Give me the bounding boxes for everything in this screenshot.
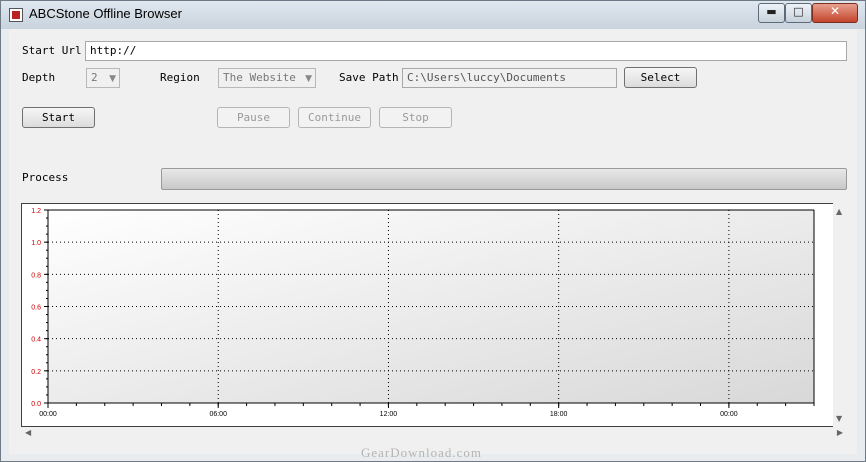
continue-button[interactable]: Continue <box>298 107 371 128</box>
y-tick-label: 0.2 <box>31 369 41 376</box>
x-tick-label: 12:00 <box>380 411 398 418</box>
plot-area <box>48 210 814 403</box>
minimize-button[interactable]: ▬ <box>758 3 785 23</box>
pause-button[interactable]: Pause <box>217 107 290 128</box>
depth-label: Depth <box>22 71 56 84</box>
save-path-label: Save Path <box>339 71 399 84</box>
y-tick-label: 1.0 <box>31 240 41 247</box>
crawl-chart: 0.0 0.2 0.4 0.6 0.8 1.0 1.2 00:00 06:00 12:00 18:0… <box>31 208 815 418</box>
chevron-down-icon: ▼ <box>305 74 312 84</box>
depth-value: 2 <box>91 71 98 84</box>
window-title: ABCStone Offline Browser <box>29 6 182 21</box>
scroll-left-icon[interactable]: ◀ <box>25 428 31 437</box>
start-button[interactable]: Start <box>22 107 95 128</box>
region-label: Region <box>160 71 200 84</box>
scroll-right-icon[interactable]: ▶ <box>837 428 843 437</box>
x-tick-label: 00:00 <box>720 411 738 418</box>
minimize-icon: ▬ <box>766 5 777 18</box>
chevron-down-icon: ▼ <box>109 74 116 84</box>
region-value: The Website <box>223 71 296 84</box>
vertical-scrollbar[interactable]: ▲ ▼ <box>833 203 847 427</box>
select-button[interactable]: Select <box>624 67 697 88</box>
y-tick-label: 0.6 <box>31 305 41 312</box>
close-button[interactable]: ✕ <box>812 3 858 23</box>
app-window: ABCStone Offline Browser ▬ □ ✕ Start Url… <box>0 0 866 462</box>
horizontal-scrollbar[interactable]: ◀ ▶ <box>21 427 847 441</box>
stop-button[interactable]: Stop <box>379 107 452 128</box>
start-url-input[interactable]: http:// <box>85 41 847 61</box>
y-tick-label: 0.0 <box>31 401 41 408</box>
x-tick-label: 18:00 <box>550 411 568 418</box>
process-label: Process <box>22 171 69 184</box>
app-icon[interactable] <box>9 8 23 22</box>
scroll-up-icon[interactable]: ▲ <box>836 207 842 216</box>
title-bar[interactable]: ABCStone Offline Browser ▬ □ ✕ <box>1 1 865 29</box>
close-icon: ✕ <box>829 4 841 18</box>
x-tick-label: 06:00 <box>209 411 227 418</box>
maximize-icon: □ <box>793 5 804 18</box>
scroll-down-icon[interactable]: ▼ <box>836 414 842 423</box>
save-path-input[interactable]: C:\Users\luccy\Documents <box>402 68 617 88</box>
watermark: GearDownload.com <box>361 445 483 460</box>
maximize-button[interactable]: □ <box>785 3 812 23</box>
main-panel: Start Url http:// Depth 2 ▼ Region The W… <box>9 29 857 454</box>
y-tick-label: 1.2 <box>31 208 41 215</box>
region-select[interactable]: The Website ▼ <box>218 68 316 88</box>
chart-frame: 0.0 0.2 0.4 0.6 0.8 1.0 1.2 00:00 06:00 12:00 18:0… <box>21 203 843 427</box>
x-tick-label: 00:00 <box>39 411 57 418</box>
y-tick-label: 0.8 <box>31 272 41 279</box>
depth-select[interactable]: 2 ▼ <box>86 68 120 88</box>
start-url-label: Start Url <box>22 44 82 57</box>
y-tick-label: 0.4 <box>31 337 41 344</box>
process-progress-bar <box>161 168 847 190</box>
